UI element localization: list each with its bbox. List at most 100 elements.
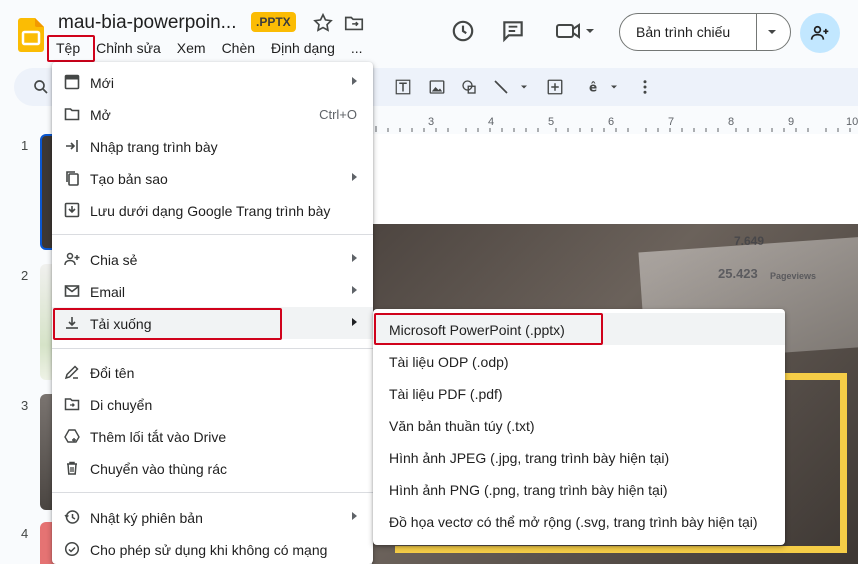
submenu-arrow-icon — [352, 286, 357, 294]
menu-item-rename[interactable]: Đổi tên — [52, 356, 373, 388]
menu-item-move[interactable]: Di chuyển — [52, 388, 373, 420]
menu-format[interactable]: Định dạng — [263, 38, 343, 60]
menu-insert[interactable]: Chèn — [214, 38, 263, 60]
menu-item-label: Đổi tên — [90, 365, 135, 381]
share-button[interactable] — [800, 13, 840, 53]
ruler-tick-label: 5 — [548, 116, 555, 128]
plus-box-icon — [64, 74, 80, 90]
download-png[interactable]: Hình ảnh PNG (.png, trang trình bày hiện… — [373, 473, 785, 505]
download-pdf[interactable]: Tài liệu PDF (.pdf) — [373, 377, 785, 409]
person-add-icon — [64, 252, 80, 266]
file-menu-highlight-box — [47, 35, 95, 62]
menu-item-new[interactable]: Mới — [52, 66, 373, 98]
ruler-tick-label: 9 — [788, 116, 795, 128]
slide-number: 1 — [21, 138, 29, 153]
slide-photo-text: 7.649 — [734, 234, 765, 248]
shortcut-label: Ctrl+O — [319, 107, 357, 122]
search-icon[interactable] — [32, 78, 50, 96]
slideshow-button[interactable]: Bản trình chiếu — [619, 13, 791, 51]
svg-text:ê: ê — [589, 81, 597, 95]
download-txt[interactable]: Văn bản thuần túy (.txt) — [373, 409, 785, 441]
menu-separator — [52, 348, 373, 349]
menu-item-label: Lưu dưới dạng Google Trang trình bày — [90, 203, 331, 219]
download-svg[interactable]: Đồ họa vectơ có thể mở rộng (.svg, trang… — [373, 505, 785, 537]
ruler-tick-label: 6 — [608, 116, 615, 128]
more-options-icon[interactable] — [636, 78, 654, 96]
menu-item-make-copy[interactable]: Tạo bản sao — [52, 162, 373, 194]
menu-item-make-available-offline[interactable]: Cho phép sử dụng khi không có mạng — [52, 533, 373, 564]
submenu-arrow-icon — [352, 173, 357, 181]
menu-item-import-slides[interactable]: Nhập trang trình bày — [52, 130, 373, 162]
download-jpeg[interactable]: Hình ảnh JPEG (.jpg, trang trình bày hiệ… — [373, 441, 785, 473]
menu-item-label: Mở — [90, 107, 111, 123]
file-type-badge: .PPTX — [251, 12, 296, 32]
slides-logo-icon[interactable] — [18, 18, 44, 52]
menu-item-version-history[interactable]: Nhật ký phiên bản — [52, 501, 373, 533]
menu-item-label: Nhật ký phiên bản — [90, 510, 203, 526]
menu-item-open[interactable]: Mở Ctrl+O — [52, 98, 373, 130]
ruler-tick-label: 4 — [488, 116, 495, 128]
shape-icon[interactable] — [460, 78, 478, 96]
menu-item-label: Tạo bản sao — [90, 171, 168, 187]
add-comment-icon[interactable] — [546, 78, 564, 96]
mail-icon — [64, 285, 80, 297]
menu-separator — [52, 492, 373, 493]
slide-photo-text: 25.423 — [718, 266, 758, 281]
submenu-item-label: Tài liệu PDF (.pdf) — [389, 386, 503, 402]
ruler-tick-label: 7 — [668, 116, 675, 128]
pencil-icon — [64, 365, 79, 380]
person-add-icon — [810, 25, 829, 40]
pptx-highlight-box — [374, 313, 603, 345]
submenu-item-label: Tài liệu ODP (.odp) — [389, 354, 509, 370]
comment-icon[interactable] — [500, 18, 526, 44]
submenu-arrow-icon — [352, 254, 357, 262]
copy-icon — [66, 171, 79, 186]
meet-camera-icon[interactable] — [555, 18, 595, 44]
slide-number: 2 — [21, 268, 29, 283]
history-icon[interactable] — [450, 18, 476, 44]
image-icon[interactable] — [428, 78, 446, 96]
submenu-item-label: Hình ảnh JPEG (.jpg, trang trình bày hiệ… — [389, 450, 670, 466]
slide-photo-text: Pageviews — [770, 271, 817, 281]
submenu-arrow-icon — [352, 77, 357, 85]
star-icon[interactable] — [312, 12, 334, 34]
history-icon — [64, 510, 80, 524]
menu-item-label: Thêm lối tắt vào Drive — [90, 429, 227, 445]
submenu-item-label: Hình ảnh PNG (.png, trang trình bày hiện… — [389, 482, 668, 498]
input-tools-icon[interactable]: ê — [586, 78, 604, 96]
slide-canvas-margin — [372, 134, 858, 224]
menu-separator — [52, 234, 373, 235]
text-box-icon[interactable] — [394, 78, 412, 96]
line-icon[interactable] — [492, 78, 510, 96]
trash-icon — [67, 461, 77, 475]
folder-icon — [64, 108, 80, 121]
input-tools-caret-icon[interactable] — [608, 78, 620, 96]
submenu-arrow-icon — [352, 318, 357, 326]
menu-item-label: Nhập trang trình bày — [90, 139, 218, 155]
submenu-arrow-icon — [352, 512, 357, 520]
slideshow-label: Bản trình chiếu — [636, 24, 731, 40]
menu-edit[interactable]: Chỉnh sửa — [88, 38, 169, 60]
menu-item-label: Di chuyển — [90, 397, 153, 413]
menu-item-email[interactable]: Email — [52, 275, 373, 307]
import-icon — [66, 140, 78, 152]
save-icon — [64, 202, 80, 218]
slide-number: 4 — [21, 526, 29, 541]
download-odp[interactable]: Tài liệu ODP (.odp) — [373, 345, 785, 377]
menu-item-add-shortcut[interactable]: Thêm lối tắt vào Drive — [52, 420, 373, 452]
document-title[interactable]: mau-bia-powerpoin... — [58, 12, 236, 34]
move-folder-icon[interactable] — [343, 12, 365, 34]
menu-item-label: Mới — [90, 75, 114, 91]
menu-view[interactable]: Xem — [169, 38, 214, 60]
menu-item-share[interactable]: Chia sẻ — [52, 243, 373, 275]
ruler-ticks — [375, 126, 851, 132]
menu-item-move-to-trash[interactable]: Chuyển vào thùng rác — [52, 452, 373, 484]
menu-more[interactable]: ... — [343, 38, 371, 60]
menu-bar: Tệp Chỉnh sửa Xem Chèn Định dạng ... — [48, 38, 371, 60]
caret-down-icon[interactable] — [766, 27, 778, 37]
slide-number: 3 — [21, 398, 29, 413]
menu-item-save-as-google-slides[interactable]: Lưu dưới dạng Google Trang trình bày — [52, 194, 373, 226]
line-caret-icon[interactable] — [518, 78, 530, 96]
drive-shortcut-icon — [64, 429, 80, 443]
slideshow-divider — [756, 14, 757, 50]
